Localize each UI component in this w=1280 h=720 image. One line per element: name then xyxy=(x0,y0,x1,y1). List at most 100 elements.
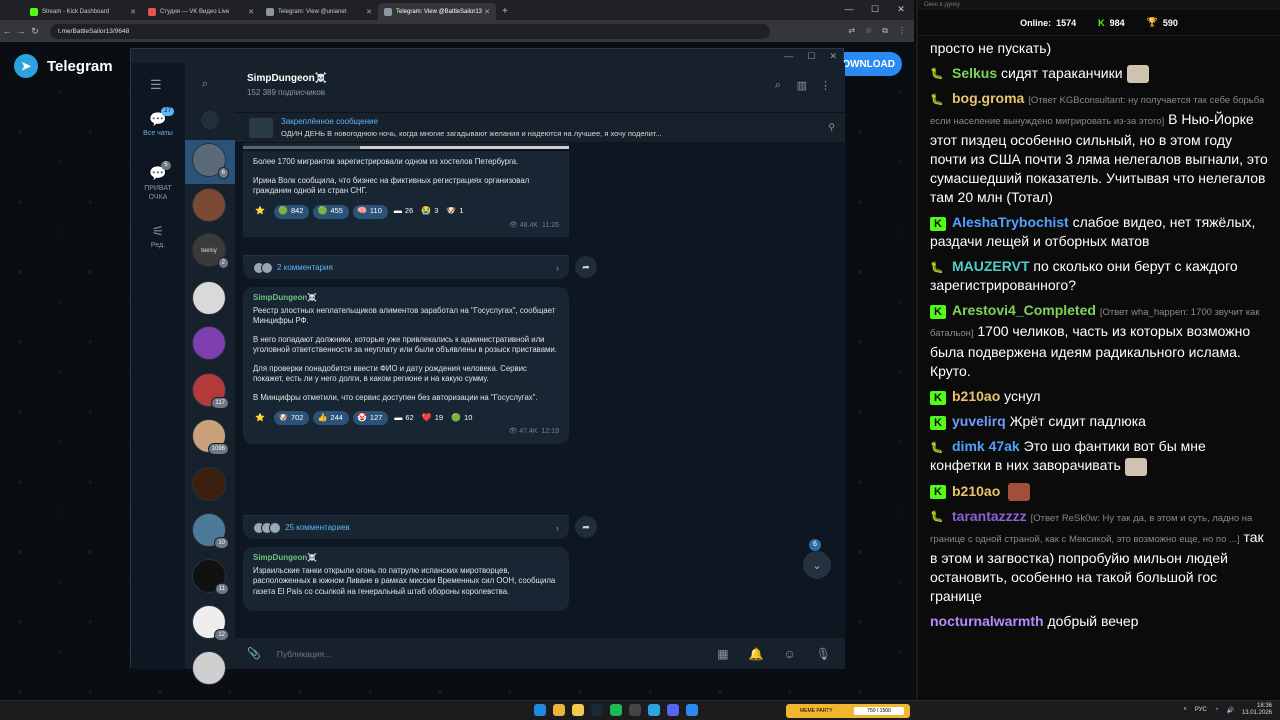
chat-avatar[interactable]: 6 xyxy=(192,143,229,179)
minimize-icon[interactable]: — xyxy=(784,51,793,62)
message-bubble[interactable]: Более 1700 мигрантов зарегистрировали од… xyxy=(243,151,569,237)
reaction-chip[interactable]: 🐶 1 xyxy=(444,205,465,219)
chat-avatar[interactable] xyxy=(192,326,226,360)
steam-icon[interactable] xyxy=(591,704,603,716)
reaction-chip[interactable]: 🐶 702 xyxy=(273,411,310,425)
menu-dots-icon[interactable]: ⋮ xyxy=(898,26,906,36)
reaction-chip[interactable]: ▬ 26 xyxy=(392,205,415,219)
chat-avatar[interactable] xyxy=(192,281,226,315)
url-input[interactable]: t.me/BattleSailor13/9648 xyxy=(50,23,770,39)
close-tab-icon[interactable]: ✕ xyxy=(484,8,490,16)
translate-icon[interactable]: ⇄ xyxy=(848,26,855,36)
media-widget[interactable]: MEME PARTY 750 / 1500 xyxy=(786,704,910,718)
chat-avatar[interactable] xyxy=(192,651,226,685)
tab-kick-dashboard[interactable]: Stream - Kick Dashboard ✕ xyxy=(24,3,142,20)
chat-avatar[interactable]: teelsy 2 xyxy=(192,233,229,269)
forward-button[interactable]: ➦ xyxy=(575,256,597,278)
windows-start-icon[interactable] xyxy=(534,704,546,716)
chat-username[interactable]: dimk 47ak xyxy=(952,438,1020,454)
close-tab-icon[interactable]: ✕ xyxy=(366,8,372,16)
chat-username[interactable]: bog.groma xyxy=(952,90,1024,106)
bell-icon[interactable]: 🔔 xyxy=(749,647,764,661)
chat-username[interactable]: AleshaTrybochist xyxy=(952,214,1069,230)
pinned-message-bar[interactable]: Закреплённое сообщение ОДИН ДЕНЬ В новог… xyxy=(235,113,845,143)
archive-icon[interactable] xyxy=(201,111,219,129)
schedule-icon[interactable]: ▦ xyxy=(717,647,728,661)
chat-username[interactable]: Selkus xyxy=(952,65,997,81)
folder-private[interactable]: 💬 5 ПРИВАТ ОЧКА xyxy=(131,161,185,202)
reaction-chip[interactable]: 🧠 110 xyxy=(352,204,388,219)
bookmark-star-icon[interactable]: ☆ xyxy=(865,26,872,36)
reaction-chip[interactable]: ▬ 62 xyxy=(392,411,415,425)
reaction-chip[interactable]: ⭐ xyxy=(253,205,270,219)
discord-icon[interactable] xyxy=(667,704,679,716)
reaction-chip[interactable]: 👍 244 xyxy=(313,411,349,425)
chat-avatar[interactable]: 117 xyxy=(192,373,229,409)
reaction-chip[interactable]: ⭐ xyxy=(253,411,270,425)
folder-icon[interactable] xyxy=(572,704,584,716)
attach-icon[interactable]: 📎 xyxy=(247,647,261,660)
comments-link[interactable]: 2 комментария › xyxy=(243,255,569,279)
forward-button[interactable]: ➦ xyxy=(575,516,597,538)
reaction-chip[interactable]: ❤️ 19 xyxy=(420,411,445,425)
chevron-up-icon[interactable]: ˄ xyxy=(1183,707,1187,713)
obs-icon[interactable] xyxy=(629,704,641,716)
close-tab-icon[interactable]: ✕ xyxy=(248,8,254,16)
chat-username[interactable]: nocturnalwarmth xyxy=(930,613,1044,629)
language-indicator[interactable]: РУС xyxy=(1195,707,1207,713)
chrome-icon[interactable] xyxy=(553,704,565,716)
reaction-chip[interactable]: 🤡 127 xyxy=(352,411,389,425)
search-icon[interactable]: ⌕ xyxy=(202,78,208,91)
search-icon[interactable]: ⌕ xyxy=(775,79,781,92)
clock[interactable]: 18:36 13.01.2026 xyxy=(1242,703,1272,717)
comments-link[interactable]: 25 комментариев › xyxy=(243,515,569,539)
pin-list-icon[interactable]: ⚲ xyxy=(828,122,835,133)
chat-avatar[interactable] xyxy=(192,188,226,222)
close-window-icon[interactable]: ✕ xyxy=(829,51,837,62)
extensions-icon[interactable]: ⧉ xyxy=(882,26,888,36)
tab-vk-studio[interactable]: Студия — VK Видео Live ✕ xyxy=(142,3,260,20)
hamburger-menu-icon[interactable]: ☰ xyxy=(150,77,162,93)
message-input[interactable]: Публикация... xyxy=(277,649,332,659)
chat-username[interactable]: tarantazzzz xyxy=(952,508,1027,524)
reaction-chip[interactable]: 🟢 842 xyxy=(273,204,310,219)
chat-avatar[interactable]: 12 xyxy=(192,605,229,641)
scroll-down-button[interactable]: 6 ⌄ xyxy=(803,539,831,579)
forward-icon[interactable]: → xyxy=(14,26,28,36)
microphone-icon[interactable]: 🎙 xyxy=(816,647,831,661)
reload-icon[interactable]: ↻ xyxy=(28,26,42,37)
folder-edit[interactable]: ⚟ Ред. xyxy=(131,223,185,249)
chat-avatar[interactable] xyxy=(192,467,226,501)
reaction-chip[interactable]: 😭 3 xyxy=(419,205,440,219)
chat-avatar[interactable]: 1096 xyxy=(192,419,229,455)
folder-all-chats[interactable]: 💬 27 Все чаты xyxy=(131,107,185,137)
reaction-chip[interactable]: 🟢 455 xyxy=(313,204,349,219)
message-bubble[interactable]: SimpDungeon☠️ Израильские танки открыли … xyxy=(243,547,569,611)
sidebar-toggle-icon[interactable]: ▥ xyxy=(797,79,807,92)
spotify-icon[interactable] xyxy=(610,704,622,716)
tab-telegram-battlesailor[interactable]: Telegram: View @BattleSailor13 ✕ xyxy=(378,3,496,20)
chat-username[interactable]: b210ao xyxy=(952,388,1000,404)
wifi-icon[interactable]: ◔ xyxy=(1215,707,1219,713)
back-icon[interactable]: ← xyxy=(0,26,14,36)
chat-username[interactable]: Arestovi4_Completed xyxy=(952,302,1096,318)
new-tab-button[interactable]: + xyxy=(496,6,514,20)
close-tab-icon[interactable]: ✕ xyxy=(130,8,136,16)
channel-header[interactable]: SimpDungeon☠️ 152 389 подписчиков ⌕ ▥ ⋮ xyxy=(235,63,845,113)
maximize-icon[interactable]: ☐ xyxy=(807,51,815,62)
chat-username[interactable]: yuvelirq xyxy=(952,413,1006,429)
chat-username[interactable]: MAUZERVT xyxy=(952,258,1030,274)
volume-icon[interactable]: 🔊 xyxy=(1226,707,1233,714)
telegram-logo[interactable]: ➤ Telegram xyxy=(14,54,113,78)
close-window-icon[interactable]: ✕ xyxy=(888,0,914,18)
emoji-icon[interactable]: ☺ xyxy=(784,647,796,661)
reaction-chip[interactable]: 🟢 10 xyxy=(449,411,474,425)
message-bubble[interactable]: SimpDungeon☠️ Реестр злостных неплательщ… xyxy=(243,287,569,444)
telegram-icon[interactable] xyxy=(648,704,660,716)
chat-username[interactable]: b210ao xyxy=(952,483,1000,499)
minimize-icon[interactable]: — xyxy=(836,0,862,18)
maximize-icon[interactable]: ☐ xyxy=(862,0,888,18)
chat-avatar[interactable]: 10 xyxy=(192,513,229,549)
more-dots-icon[interactable]: ⋮ xyxy=(820,79,831,92)
tab-telegram-unianet[interactable]: Telegram: View @unianet ✕ xyxy=(260,3,378,20)
